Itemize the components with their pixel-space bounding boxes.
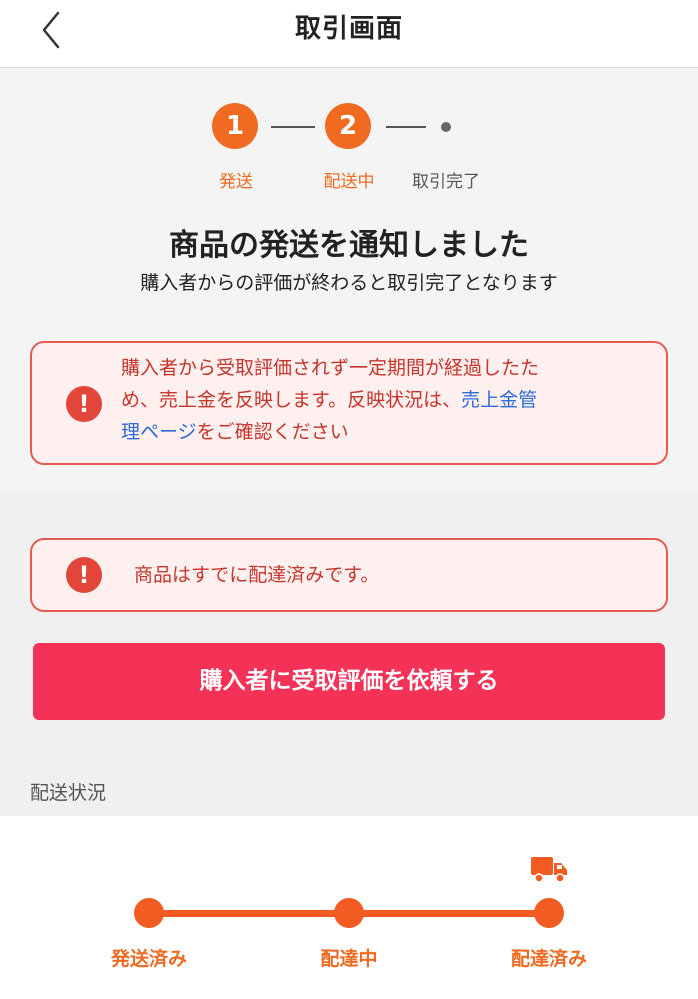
page-title: 取引画面 — [294, 14, 403, 44]
reflect-alert-text: 購入者から受取評価されず一定期間が経過したた め、売上金を反映します。反映状況は… — [121, 352, 661, 448]
sales-management-link[interactable]: 売上金管 — [461, 389, 537, 411]
stage-label-in-delivery: 配達中 — [320, 948, 378, 970]
step-connector — [271, 126, 315, 128]
header-bar: 取引画面 — [0, 0, 698, 68]
stage-dot-shipped — [134, 898, 164, 928]
stage-dot-delivered — [534, 898, 564, 928]
status-subheading: 購入者からの評価が終わると取引完了となります — [140, 272, 558, 294]
delivered-alert-text: 商品はすでに配達済みです。 — [134, 564, 380, 586]
step-2-circle: 2 — [325, 103, 371, 149]
stage-label-delivered: 配達済み — [510, 948, 587, 970]
step-3-label: 取引完了 — [412, 172, 480, 192]
truck-icon — [531, 857, 567, 883]
step-1-label: 発送 — [219, 172, 253, 192]
stage-dot-in-delivery — [334, 898, 364, 928]
stage-label-shipped: 発送済み — [110, 948, 187, 970]
step-2-label: 配送中 — [323, 172, 375, 192]
alert-line: 購入者から受取評価されず一定期間が経過したた — [121, 357, 540, 379]
alert-line: 理ページをご確認ください — [121, 416, 661, 448]
delivered-alert: ! 商品はすでに配達済みです。 — [30, 538, 668, 612]
step-connector — [386, 126, 426, 128]
alert-text-span: をご確認ください — [196, 421, 349, 443]
alert-text-span: め、売上金を反映します。反映状況は、 — [121, 389, 462, 411]
exclamation-icon: ! — [66, 557, 102, 593]
status-heading: 商品の発送を通知しました — [169, 228, 529, 263]
sales-management-link-cont[interactable]: 理ページ — [121, 421, 197, 443]
step-3-dot — [441, 122, 451, 132]
step-1-circle: 1 — [212, 103, 258, 149]
alert-line: め、売上金を反映します。反映状況は、売上金管 — [121, 384, 661, 416]
reflect-alert: ! 購入者から受取評価されず一定期間が経過したた め、売上金を反映します。反映状… — [30, 341, 668, 465]
request-review-button[interactable]: 購入者に受取評価を依頼する — [33, 643, 665, 720]
delivery-status-label: 配送状況 — [30, 782, 107, 804]
exclamation-icon: ! — [66, 386, 102, 422]
